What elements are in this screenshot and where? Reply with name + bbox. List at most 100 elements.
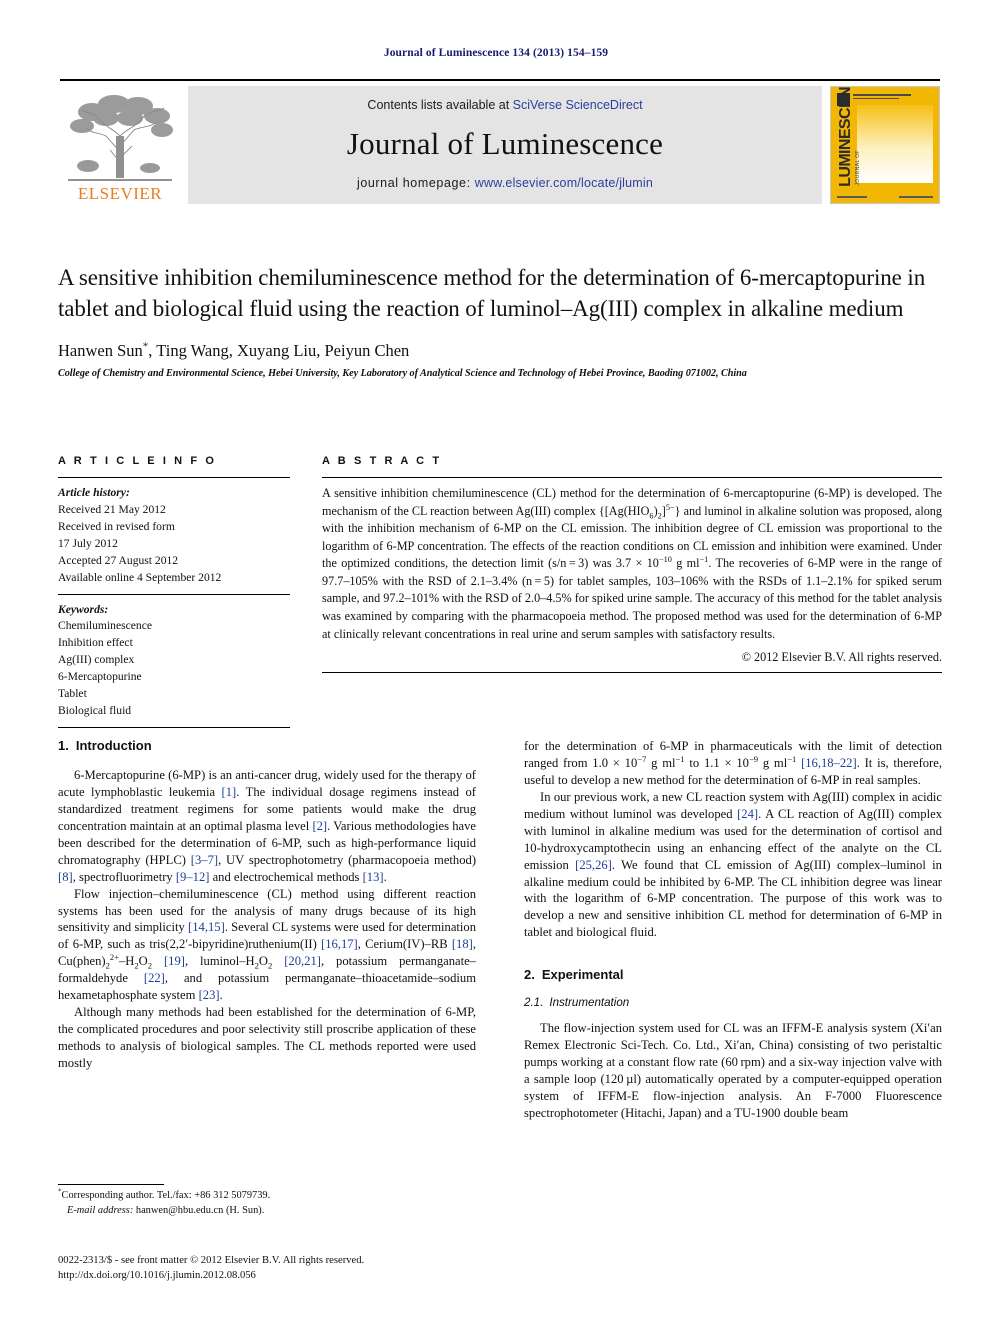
info-abstract-region: A R T I C L E I N F O Article history: R…: [58, 455, 942, 735]
citation-ref[interactable]: [3–7]: [191, 853, 218, 867]
history-line: Received 21 May 2012: [58, 502, 166, 516]
vertical-space: [524, 941, 942, 967]
paragraph: The flow-injection system used for CL wa…: [524, 1021, 942, 1120]
citation-ref[interactable]: [16,18–22]: [801, 756, 857, 770]
cover-title: LUMINESCENCE: [837, 86, 854, 187]
text-run: Corresponding author. Tel./fax: +86 312 …: [61, 1190, 271, 1201]
section-heading-introduction: 1. Introduction: [58, 738, 476, 753]
citation-ref[interactable]: [24]: [737, 807, 758, 821]
keywords-label: Keywords:: [58, 602, 109, 616]
unit-exponent-1: −1: [675, 753, 685, 764]
title-block: A sensitive inhibition chemiluminescence…: [58, 262, 942, 379]
lod-exponent-2: −9: [748, 753, 759, 764]
elsevier-logo: ELSEVIER: [60, 86, 180, 204]
text-run: O: [258, 954, 269, 969]
citation-ref[interactable]: [22]: [144, 971, 165, 985]
sciencedirect-link[interactable]: SciVerse ScienceDirect: [513, 98, 643, 112]
cu-phen-charge: 2+: [109, 952, 119, 963]
section-heading-experimental: 2. Experimental: [524, 967, 942, 982]
doi-line[interactable]: http://dx.doi.org/10.1016/j.jlumin.2012.…: [58, 1268, 618, 1283]
body-left-column: 1. Introduction 6-Mercaptopurine (6-MP) i…: [58, 738, 476, 1122]
unit-exponent-2: −1: [787, 753, 797, 764]
text-run: .: [219, 988, 223, 1003]
contents-prefix: Contents lists available at: [367, 98, 513, 112]
abstract-rule-bottom: [322, 672, 942, 674]
citation-ref[interactable]: [25,26]: [575, 858, 612, 872]
author-rest: , Ting Wang, Xuyang Liu, Peiyun Chen: [148, 340, 410, 360]
cu-phen-sub: 2: [105, 960, 110, 971]
homepage-prefix: journal homepage:: [356, 176, 475, 190]
abstract-heading: A B S T R A C T: [322, 455, 442, 467]
section-title: Introduction: [75, 738, 152, 753]
citation-ref[interactable]: [13]: [363, 870, 384, 884]
text-run: to 1.1 × 10: [684, 755, 749, 770]
author-list: Hanwen Sun*, Ting Wang, Xuyang Liu, Peiy…: [58, 341, 942, 361]
paper-page: Journal of Luminescence 134 (2013) 154–1…: [0, 0, 992, 1323]
cover-gradient-panel: [857, 105, 933, 183]
history-line: Available online 4 September 2012: [58, 570, 222, 584]
subsection-number: 2.1.: [524, 996, 544, 1010]
affiliation: College of Chemistry and Environmental S…: [58, 367, 747, 379]
text-run: g ml: [758, 755, 788, 770]
citation-ref[interactable]: [14,15]: [188, 920, 225, 934]
article-history-label: Article history:: [58, 486, 130, 499]
body-column-gutter: [476, 738, 524, 1122]
article-info-rule-mid: [58, 593, 290, 595]
citation-ref[interactable]: [23]: [199, 988, 220, 1002]
text-run: [152, 954, 164, 968]
text-run: –H: [118, 954, 135, 969]
citation-ref[interactable]: [16,17]: [321, 937, 358, 951]
cover-footer-strip: [837, 196, 933, 198]
paragraph: In our previous work, a new CL reaction …: [524, 789, 942, 941]
unit-exponent: −1: [699, 555, 709, 565]
citation-ref[interactable]: [2]: [312, 819, 327, 833]
journal-homepage-line: journal homepage: www.elsevier.com/locat…: [357, 176, 653, 190]
citation-ref[interactable]: [19]: [164, 954, 185, 968]
citation-ref[interactable]: [20,21]: [284, 954, 321, 968]
keyword-item: Ag(III) complex: [58, 653, 135, 667]
article-info-rule-top: [58, 477, 290, 478]
formula-charge: 5−: [665, 502, 675, 512]
keyword-item: 6-Mercaptopurine: [58, 670, 142, 684]
history-line: Accepted 27 August 2012: [58, 553, 179, 567]
abstract-text: A sensitive inhibition chemiluminescence…: [322, 485, 942, 643]
keyword-list: Keywords: Chemiluminescence Inhibition e…: [58, 602, 290, 720]
subsection-heading-instrumentation: 2.1. Instrumentation: [524, 996, 942, 1009]
email-address[interactable]: hanwen@hbu.edu.cn (H. Sun).: [133, 1205, 264, 1216]
section-title: Experimental: [541, 967, 624, 983]
footnote-block: *Corresponding author. Tel./fax: +86 312…: [58, 1184, 476, 1219]
keyword-item: Tablet: [58, 687, 87, 701]
keyword-item: Chemiluminescence: [58, 619, 153, 633]
masthead-band: Contents lists available at SciVerse Sci…: [188, 86, 822, 204]
text-run: g ml: [646, 755, 676, 770]
text-run: , Cerium(IV)–RB: [357, 937, 452, 952]
citation-ref[interactable]: [18]: [452, 937, 473, 951]
lod-exponent-1: −7: [637, 753, 647, 764]
text-run: O: [138, 954, 148, 969]
homepage-url-link[interactable]: www.elsevier.com/locate/jlumin: [475, 176, 653, 190]
paragraph: Flow injection–chemiluminescence (CL) me…: [58, 886, 476, 1005]
elsevier-wordmark: ELSEVIER: [77, 184, 163, 203]
article-info-rule-bottom: [58, 726, 290, 728]
abstract-part-3: g ml: [671, 556, 700, 571]
citation-ref[interactable]: [8]: [58, 870, 73, 884]
body-right-column: for the determination of 6-MP in pharmac…: [524, 738, 942, 1122]
publisher-footer: 0022-2313/$ - see front matter © 2012 El…: [58, 1253, 618, 1284]
journal-title: Journal of Luminescence: [346, 126, 664, 161]
abstract-copyright: © 2012 Elsevier B.V. All rights reserved…: [741, 650, 942, 665]
article-history: Article history: Received 21 May 2012 Re…: [58, 485, 290, 587]
history-line: 17 July 2012: [58, 536, 118, 550]
citation-ref[interactable]: [9–12]: [176, 870, 210, 884]
paragraph: 6-Mercaptopurine (6-MP) is an anti-cance…: [58, 767, 476, 886]
text-run: .: [383, 869, 387, 884]
section-number: 2.: [524, 967, 535, 983]
text-run: , UV spectrophotometry (pharmacopoeia me…: [218, 852, 477, 867]
citation-ref[interactable]: [1]: [222, 785, 237, 799]
article-info-heading: A R T I C L E I N F O: [58, 455, 217, 467]
body-two-column-region: 1. Introduction 6-Mercaptopurine (6-MP) i…: [58, 738, 942, 1122]
article-info-column: A R T I C L E I N F O Article history: R…: [58, 455, 290, 735]
journal-masthead: ELSEVIER Contents lists available at Sci…: [60, 79, 940, 204]
history-line: Received in revised form: [58, 519, 175, 533]
page-title: A sensitive inhibition chemiluminescence…: [58, 265, 926, 322]
elsevier-tree-icon: [68, 95, 173, 181]
